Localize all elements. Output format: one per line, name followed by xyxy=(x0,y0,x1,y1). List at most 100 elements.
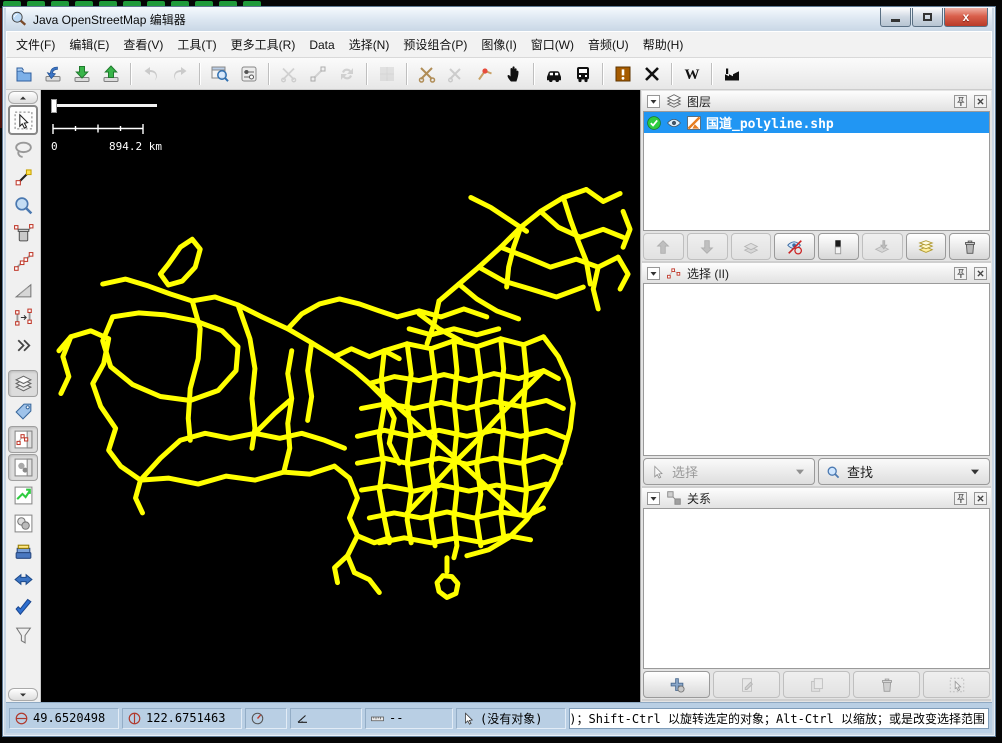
upload-data-button[interactable] xyxy=(97,61,124,87)
collapse-icon[interactable] xyxy=(645,491,661,506)
new-file-button[interactable] xyxy=(10,61,37,87)
validator-toggle[interactable] xyxy=(8,594,38,621)
minimize-button[interactable] xyxy=(880,8,911,27)
combine-way-button[interactable] xyxy=(304,61,331,87)
redo-button[interactable] xyxy=(166,61,193,87)
unglue-button[interactable] xyxy=(471,61,498,87)
draw-way-tool[interactable] xyxy=(8,164,38,191)
merge-toggle xyxy=(13,569,34,590)
layers-activate-layer-button[interactable] xyxy=(731,233,772,260)
relations-duplicate-relation-button[interactable] xyxy=(783,671,850,698)
layers-show-hide-layer-button[interactable] xyxy=(774,233,815,260)
layers-toggle[interactable] xyxy=(8,370,38,397)
download-data-button[interactable] xyxy=(68,61,95,87)
update-data-icon xyxy=(377,64,397,84)
search-button[interactable] xyxy=(206,61,233,87)
sticky-icon[interactable] xyxy=(952,94,968,109)
scissors-button[interactable] xyxy=(413,61,440,87)
relations-edit-relation-button[interactable] xyxy=(713,671,780,698)
merge-toggle[interactable] xyxy=(8,566,38,593)
panel-close-icon[interactable] xyxy=(972,266,988,281)
menu-item-8[interactable]: 预设组合(P) xyxy=(396,33,474,56)
layers-move-layer-up-button[interactable] xyxy=(643,233,684,260)
sticky-icon[interactable] xyxy=(952,266,968,281)
split-way-button[interactable] xyxy=(275,61,302,87)
layers-toggle xyxy=(13,373,34,394)
delete-tool[interactable] xyxy=(8,220,38,247)
waypoint-w-button[interactable]: W xyxy=(678,61,705,87)
search-dropdown-button[interactable]: 查找 xyxy=(818,458,990,485)
menu-item-5[interactable]: 更多工具(R) xyxy=(224,33,303,56)
map-canvas[interactable]: 0 894.2 km xyxy=(41,90,640,702)
maximize-button[interactable] xyxy=(912,8,943,27)
wrench-button[interactable] xyxy=(442,61,469,87)
scroll-down-icon[interactable] xyxy=(8,688,38,701)
command-stack-toggle[interactable] xyxy=(8,538,38,565)
toolbar-separator xyxy=(533,63,534,85)
open-file-button[interactable] xyxy=(39,61,66,87)
menu-item-6[interactable]: Data xyxy=(302,35,341,55)
zoom-slider-handle[interactable] xyxy=(51,99,57,113)
menu-item-3[interactable]: 查看(V) xyxy=(116,33,170,56)
layers-layer-opacity-button[interactable] xyxy=(818,233,859,260)
collapse-icon[interactable] xyxy=(645,266,661,281)
layers-merge-layer-button[interactable] xyxy=(862,233,903,260)
road-polyline xyxy=(459,284,519,319)
more-tools-button[interactable] xyxy=(8,332,38,359)
title-bar[interactable]: Java OpenStreetMap 编辑器 x xyxy=(6,7,992,31)
car-button[interactable] xyxy=(540,61,567,87)
layer-opacity-icon xyxy=(829,238,847,256)
relations-select-relation-button[interactable] xyxy=(923,671,990,698)
bus-button[interactable] xyxy=(569,61,596,87)
panel-close-icon[interactable] xyxy=(972,94,988,109)
collapse-icon[interactable] xyxy=(645,94,661,109)
parallel-way-tool[interactable] xyxy=(8,304,38,331)
menu-item-4[interactable]: 工具(T) xyxy=(170,33,223,56)
menu-item-1[interactable]: 文件(F) xyxy=(9,33,62,56)
lasso-tool[interactable] xyxy=(8,136,38,163)
mappaint-toggle[interactable] xyxy=(8,510,38,537)
layers-move-layer-down-button[interactable] xyxy=(687,233,728,260)
conflict-toggle[interactable] xyxy=(8,482,38,509)
preferences-button[interactable] xyxy=(235,61,262,87)
properties-toggle[interactable] xyxy=(8,454,38,481)
window-controls: x xyxy=(880,7,988,27)
menu-item-2[interactable]: 编辑(E) xyxy=(62,33,116,56)
selection-toggle[interactable] xyxy=(8,426,38,453)
filter-toggle[interactable] xyxy=(8,622,38,649)
menu-item-9[interactable]: 图像(I) xyxy=(474,33,523,56)
selection-panel-footer: 选择 查找 xyxy=(642,456,991,486)
sticky-icon[interactable] xyxy=(952,491,968,506)
undo-button[interactable] xyxy=(137,61,164,87)
menu-item-11[interactable]: 音频(U) xyxy=(581,33,636,56)
relations-add-relation-button[interactable] xyxy=(643,671,710,698)
panel-close-icon[interactable] xyxy=(972,491,988,506)
layer-visibility-icon[interactable] xyxy=(666,115,682,131)
extrude-tool[interactable] xyxy=(8,276,38,303)
refresh-button[interactable] xyxy=(333,61,360,87)
warning-button[interactable] xyxy=(609,61,636,87)
close-button[interactable]: x xyxy=(944,8,988,27)
split-way-tool[interactable] xyxy=(8,248,38,275)
layer-row[interactable]: 国道_polyline.shp xyxy=(644,112,989,133)
layers-trash-button[interactable] xyxy=(949,233,990,260)
magnifier-icon xyxy=(825,464,841,480)
hand-button[interactable] xyxy=(500,61,527,87)
scroll-up-icon[interactable] xyxy=(8,91,38,104)
relations-trash-button[interactable] xyxy=(853,671,920,698)
select-dropdown-button[interactable]: 选择 xyxy=(643,458,815,485)
zoom-tool xyxy=(13,195,34,216)
menu-item-12[interactable]: 帮助(H) xyxy=(636,33,691,56)
tags-toggle[interactable] xyxy=(8,398,38,425)
select-tool[interactable] xyxy=(8,105,38,135)
update-data-button[interactable] xyxy=(373,61,400,87)
menu-item-10[interactable]: 窗口(W) xyxy=(524,33,581,56)
menu-item-7[interactable]: 选择(N) xyxy=(342,33,397,56)
delete-button[interactable] xyxy=(638,61,665,87)
layers-duplicate-layer-button[interactable] xyxy=(906,233,947,260)
zoom-slider[interactable] xyxy=(51,99,157,113)
factory-button[interactable] xyxy=(718,61,745,87)
split-way-tool xyxy=(13,251,34,272)
active-layer-icon[interactable] xyxy=(646,115,662,131)
zoom-tool[interactable] xyxy=(8,192,38,219)
